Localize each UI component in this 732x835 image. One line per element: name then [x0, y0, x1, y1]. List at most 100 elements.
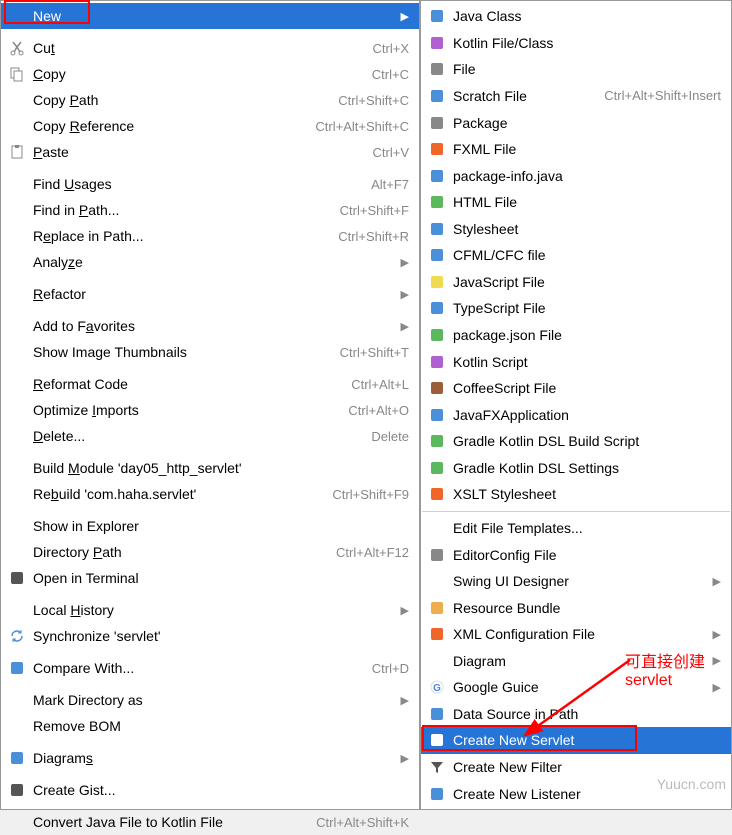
left-item-directory-path[interactable]: Directory PathCtrl+Alt+F12: [1, 539, 419, 565]
submenu-arrow-icon: ▶: [401, 10, 409, 23]
left-item-create-gist[interactable]: Create Gist...: [1, 777, 419, 803]
html-icon: [427, 193, 447, 211]
menu-item-label: Kotlin Script: [453, 354, 721, 370]
left-item-find-in-path[interactable]: Find in Path...Ctrl+Shift+F: [1, 197, 419, 223]
menu-item-label: Copy Path: [33, 92, 326, 108]
left-item-compare-with[interactable]: Compare With...Ctrl+D: [1, 655, 419, 681]
right-item-kotlin-script[interactable]: Kotlin Script: [421, 348, 731, 375]
servlet-icon: [427, 731, 447, 749]
right-item-package[interactable]: Package: [421, 109, 731, 136]
blank-icon: [7, 227, 27, 245]
left-item-add-to-favorites[interactable]: Add to Favorites▶: [1, 313, 419, 339]
shortcut: Ctrl+Alt+O: [348, 403, 409, 418]
menu-item-label: Create Gist...: [33, 782, 409, 798]
left-item-remove-bom[interactable]: Remove BOM: [1, 713, 419, 739]
right-item-coffeescript-file[interactable]: CoffeeScript File: [421, 375, 731, 402]
left-item-delete[interactable]: Delete...Delete: [1, 423, 419, 449]
blank-icon: [427, 519, 447, 537]
right-item-swing-ui-designer[interactable]: Swing UI Designer▶: [421, 568, 731, 595]
left-item-cut[interactable]: CutCtrl+X: [1, 35, 419, 61]
menu-item-label: JavaFXApplication: [453, 407, 721, 423]
menu-item-label: Directory Path: [33, 544, 324, 560]
left-item-show-in-explorer[interactable]: Show in Explorer: [1, 513, 419, 539]
menu-item-label: JavaScript File: [453, 274, 721, 290]
right-item-resource-bundle[interactable]: Resource Bundle: [421, 594, 731, 621]
terminal-icon: [7, 569, 27, 587]
blank-icon: [7, 7, 27, 25]
left-item-analyze[interactable]: Analyze▶: [1, 249, 419, 275]
right-item-typescript-file[interactable]: TypeScript File: [421, 295, 731, 322]
menu-item-label: Create New Servlet: [453, 732, 721, 748]
right-item-edit-file-templates[interactable]: Edit File Templates...: [421, 515, 731, 542]
blank-icon: [7, 375, 27, 393]
right-item-diagram[interactable]: Diagram▶: [421, 647, 731, 674]
blank-icon: [7, 253, 27, 271]
left-item-new[interactable]: New▶: [1, 3, 419, 29]
right-item-package-json-file[interactable]: package.json File: [421, 322, 731, 349]
right-item-scratch-file[interactable]: Scratch FileCtrl+Alt+Shift+Insert: [421, 83, 731, 110]
right-item-file[interactable]: File: [421, 56, 731, 83]
left-item-synchronize-servlet[interactable]: Synchronize 'servlet': [1, 623, 419, 649]
menu-item-label: Data Source in Path: [453, 706, 721, 722]
right-item-google-guice[interactable]: GGoogle Guice▶: [421, 674, 731, 701]
gradle-icon: [427, 459, 447, 477]
shortcut: Ctrl+Shift+C: [338, 93, 409, 108]
left-item-refactor[interactable]: Refactor▶: [1, 281, 419, 307]
left-item-find-usages[interactable]: Find UsagesAlt+F7: [1, 171, 419, 197]
left-item-mark-directory-as[interactable]: Mark Directory as▶: [1, 687, 419, 713]
left-item-replace-in-path[interactable]: Replace in Path... Ctrl+Shift+R: [1, 223, 419, 249]
gradle-icon: [427, 432, 447, 450]
left-item-copy-reference[interactable]: Copy ReferenceCtrl+Alt+Shift+C: [1, 113, 419, 139]
left-item-open-in-terminal[interactable]: Open in Terminal: [1, 565, 419, 591]
right-item-cfml-cfc-file[interactable]: CFML/CFC file: [421, 242, 731, 269]
right-item-editorconfig-file[interactable]: EditorConfig File: [421, 541, 731, 568]
blank-icon: [7, 201, 27, 219]
shortcut: Ctrl+D: [372, 661, 409, 676]
right-item-gradle-kotlin-dsl-build-script[interactable]: Gradle Kotlin DSL Build Script: [421, 428, 731, 455]
menu-item-label: Replace in Path...: [33, 228, 326, 244]
left-item-local-history[interactable]: Local History▶: [1, 597, 419, 623]
blank-icon: [7, 485, 27, 503]
right-item-stylesheet[interactable]: Stylesheet: [421, 216, 731, 243]
right-item-fxml-file[interactable]: FXML File: [421, 136, 731, 163]
right-item-create-new-servlet[interactable]: Create New Servlet: [421, 727, 731, 754]
right-item-xslt-stylesheet[interactable]: XSLT Stylesheet: [421, 481, 731, 508]
separator: [422, 511, 730, 512]
sync-icon: [7, 627, 27, 645]
shortcut: Ctrl+Shift+R: [338, 229, 409, 244]
scratch-icon: [427, 87, 447, 105]
right-item-javafxapplication[interactable]: JavaFXApplication: [421, 401, 731, 428]
right-item-html-file[interactable]: HTML File: [421, 189, 731, 216]
right-item-data-source-in-path[interactable]: Data Source in Path: [421, 701, 731, 728]
xml-icon: [427, 625, 447, 643]
menu-item-label: Open in Terminal: [33, 570, 409, 586]
shortcut: Ctrl+X: [373, 41, 409, 56]
right-item-gradle-kotlin-dsl-settings[interactable]: Gradle Kotlin DSL Settings: [421, 455, 731, 482]
shortcut: Ctrl+Shift+F: [340, 203, 409, 218]
compare-icon: [7, 659, 27, 677]
cfml-icon: [427, 246, 447, 264]
left-item-reformat-code[interactable]: Reformat Code Ctrl+Alt+L: [1, 371, 419, 397]
left-item-diagrams[interactable]: Diagrams▶: [1, 745, 419, 771]
shortcut: Ctrl+V: [373, 145, 409, 160]
right-item-javascript-file[interactable]: JavaScript File: [421, 269, 731, 296]
left-item-copy[interactable]: CopyCtrl+C: [1, 61, 419, 87]
right-item-java-class[interactable]: Java Class: [421, 3, 731, 30]
shortcut: Ctrl+Shift+T: [340, 345, 409, 360]
submenu-arrow-icon: ▶: [401, 256, 409, 269]
shortcut: Ctrl+Alt+L: [351, 377, 409, 392]
right-item-xml-configuration-file[interactable]: XML Configuration File▶: [421, 621, 731, 648]
left-item-build-module-day05-http-servlet[interactable]: Build Module 'day05_http_servlet': [1, 455, 419, 481]
left-item-rebuild-com-haha-servlet[interactable]: Rebuild 'com.haha.servlet'Ctrl+Shift+F9: [1, 481, 419, 507]
left-item-show-image-thumbnails[interactable]: Show Image ThumbnailsCtrl+Shift+T: [1, 339, 419, 365]
submenu-arrow-icon: ▶: [401, 288, 409, 301]
menu-item-label: Reformat Code: [33, 376, 339, 392]
right-item-kotlin-file-class[interactable]: Kotlin File/Class: [421, 30, 731, 57]
new-submenu: Java ClassKotlin File/ClassFileScratch F…: [420, 0, 732, 810]
google-icon: G: [427, 678, 447, 696]
left-item-copy-path[interactable]: Copy Path Ctrl+Shift+C: [1, 87, 419, 113]
left-item-paste[interactable]: PasteCtrl+V: [1, 139, 419, 165]
left-item-optimize-imports[interactable]: Optimize ImportsCtrl+Alt+O: [1, 397, 419, 423]
left-item-convert-java-file-to-kotlin-file[interactable]: Convert Java File to Kotlin FileCtrl+Alt…: [1, 809, 419, 835]
right-item-package-info-java[interactable]: package-info.java: [421, 162, 731, 189]
